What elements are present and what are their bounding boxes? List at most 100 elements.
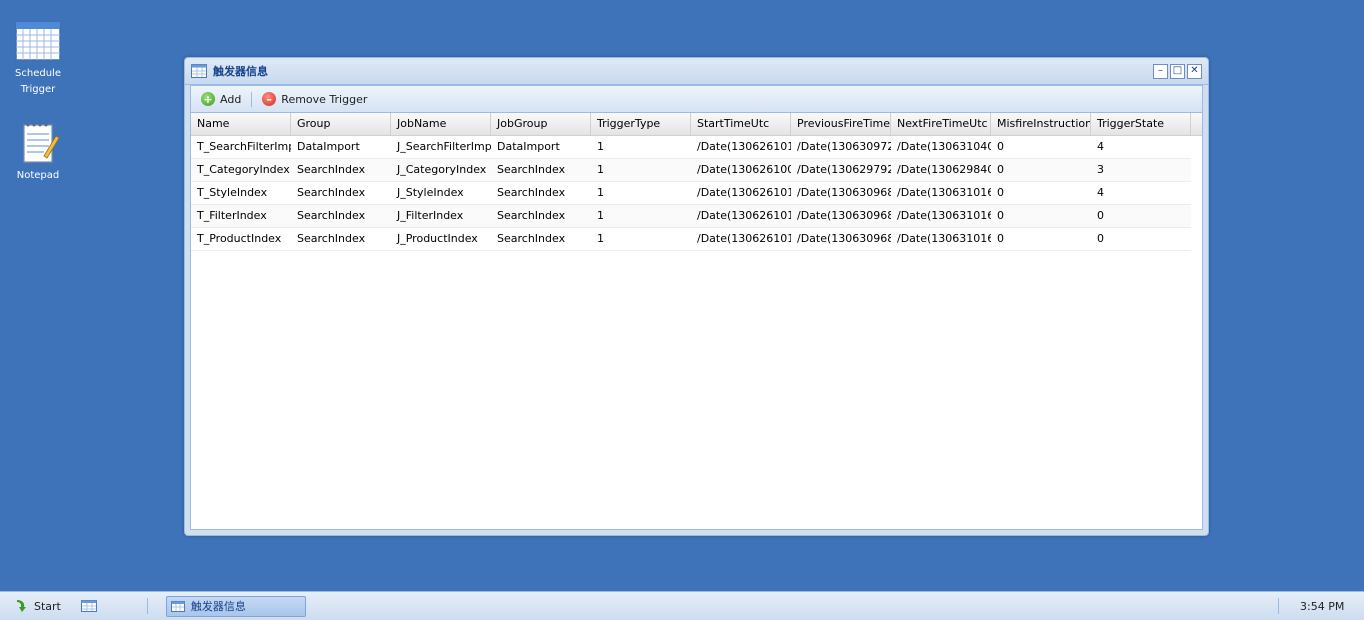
table-row[interactable]: T_CategoryIndex SearchIndex J_CategoryInde… (191, 159, 1191, 182)
table-cell: SearchIndex (297, 163, 366, 176)
table-cell: 3 (1097, 163, 1104, 176)
minimize-button[interactable]: – (1153, 63, 1168, 79)
column-header[interactable]: Name (191, 113, 291, 135)
add-button-label: Add (220, 92, 242, 106)
desktop-icon-label: Schedule Trigger (15, 68, 61, 95)
table-row[interactable]: T_ProductIndex SearchIndex J_ProductIndex S… (191, 228, 1191, 251)
column-header[interactable]: PreviousFireTimeUtc (791, 113, 891, 135)
table-cell: /Date(1306309680000)/ (797, 209, 891, 222)
table-cell: 1 (597, 163, 604, 176)
table-cell: 0 (997, 232, 1004, 245)
table-cell: 1 (597, 140, 604, 153)
column-header[interactable]: Group (291, 113, 391, 135)
table-cell: 4 (1097, 140, 1104, 153)
table-cell: SearchIndex (497, 209, 566, 222)
taskbar-divider (146, 598, 148, 614)
start-arrow-icon (17, 600, 26, 612)
table-cell: 0 (1097, 232, 1104, 245)
table-cell: DataImport (297, 140, 360, 153)
table-cell: J_SearchFilterImport (397, 140, 491, 153)
table-cell: 0 (997, 186, 1004, 199)
window-body: + Add – Remove Trigger Name Group JobName J… (190, 85, 1203, 530)
table-row[interactable]: T_FilterIndex SearchIndex J_FilterIndex Sea… (191, 205, 1191, 228)
table-cell: SearchIndex (497, 232, 566, 245)
table-cell: SearchIndex (297, 232, 366, 245)
table-cell: /Date(1306298400000)/ (897, 163, 991, 176)
start-button[interactable]: Start (0, 592, 69, 620)
table-cell: /Date(1306309725400)/ (797, 140, 891, 153)
table-row[interactable]: T_SearchFilterImport DataImport J_SearchFi… (191, 136, 1191, 159)
table-cell: 0 (1097, 209, 1104, 222)
table-cell: 0 (997, 163, 1004, 176)
close-icon: ✕ (1190, 65, 1199, 76)
table-cell: 4 (1097, 186, 1104, 199)
table-cell: /Date(1306261010000)/ (697, 209, 791, 222)
table-cell: /Date(1306310400000)/ (897, 140, 991, 153)
table-cell: T_ProductIndex (197, 232, 282, 245)
taskbar-window-button[interactable]: 触发器信息 (165, 595, 306, 617)
close-button[interactable]: ✕ (1187, 63, 1202, 79)
table-cell: /Date(1306261010000)/ (697, 232, 791, 245)
quick-launch-table-icon[interactable] (80, 600, 97, 612)
taskbar-clock: 3:54 PM (1300, 600, 1345, 613)
table-cell: 1 (597, 209, 604, 222)
table-cell: /Date(1306261010000)/ (697, 186, 791, 199)
window-title: 触发器信息 (213, 65, 268, 78)
column-header[interactable]: JobName (391, 113, 491, 135)
table-cell: 0 (997, 209, 1004, 222)
table-cell: J_FilterIndex (397, 209, 464, 222)
remove-trigger-button[interactable]: – Remove Trigger (256, 90, 373, 108)
remove-icon: – (262, 92, 277, 106)
table-cell: /Date(1306261009000)/ (697, 163, 791, 176)
header-filler (1191, 113, 1202, 135)
table-cell: T_StyleIndex (197, 186, 268, 199)
table-cell: 0 (997, 140, 1004, 153)
table-cell: J_CategoryIndex (397, 163, 487, 176)
column-header[interactable]: TriggerState (1091, 113, 1191, 135)
desktop-icon-notepad[interactable]: Notepad (6, 122, 70, 184)
table-cell: /Date(1306297920000)/ (797, 163, 891, 176)
taskbar-window-label: 触发器信息 (190, 600, 246, 613)
table-row[interactable]: T_StyleIndex SearchIndex J_StyleIndex Searc… (191, 182, 1191, 205)
minimize-icon: – (1158, 65, 1163, 76)
table-cell: SearchIndex (497, 186, 566, 199)
table-cell: SearchIndex (297, 186, 366, 199)
table-cell: /Date(1306309680000)/ (797, 232, 891, 245)
start-label: Start (34, 599, 61, 613)
add-button[interactable]: + Add (195, 90, 247, 108)
column-header[interactable]: JobGroup (491, 113, 591, 135)
trigger-grid: Name Group JobName JobGroup TriggerType Start… (191, 113, 1202, 529)
add-icon: + (201, 92, 215, 106)
notepad-icon (23, 123, 60, 163)
table-cell: /Date(1306261010000)/ (697, 140, 791, 153)
maximize-icon: □ (1172, 65, 1183, 76)
column-header[interactable]: TriggerType (591, 113, 691, 135)
table-cell: /Date(1306310160000)/ (897, 209, 991, 222)
table-cell: SearchIndex (497, 163, 566, 176)
column-header[interactable]: MisfireInstruction (991, 113, 1091, 135)
grid-toolbar: + Add – Remove Trigger (191, 86, 1202, 113)
table-cell: J_ProductIndex (397, 232, 478, 245)
table-cell: DataImport (497, 140, 560, 153)
desktop-icon-label: Notepad (16, 170, 60, 181)
clock-divider (1278, 598, 1279, 614)
table-icon (191, 64, 207, 78)
table-icon (170, 600, 185, 612)
table-cell: J_StyleIndex (397, 186, 464, 199)
table-cell: T_SearchFilterImport (197, 140, 291, 153)
grid-header: Name Group JobName JobGroup TriggerType Start… (191, 113, 1202, 136)
column-header[interactable]: NextFireTimeUtc (891, 113, 991, 135)
window-title-bar[interactable]: 触发器信息 – □ ✕ (185, 58, 1208, 85)
table-cell: T_FilterIndex (197, 209, 267, 222)
desktop-icon-schedule-trigger[interactable]: Schedule Trigger (6, 20, 70, 98)
maximize-button[interactable]: □ (1170, 63, 1185, 79)
taskbar: Start 触发器信息 3:54 PM (0, 591, 1364, 620)
table-cell: 1 (597, 232, 604, 245)
table-cell: /Date(1306309680000)/ (797, 186, 891, 199)
calendar-grid-icon (15, 21, 61, 61)
toolbar-separator (251, 91, 253, 107)
column-header[interactable]: StartTimeUtc (691, 113, 791, 135)
table-cell: /Date(1306310160000)/ (897, 232, 991, 245)
table-cell: /Date(1306310160000)/ (897, 186, 991, 199)
table-cell: T_CategoryIndex (197, 163, 290, 176)
